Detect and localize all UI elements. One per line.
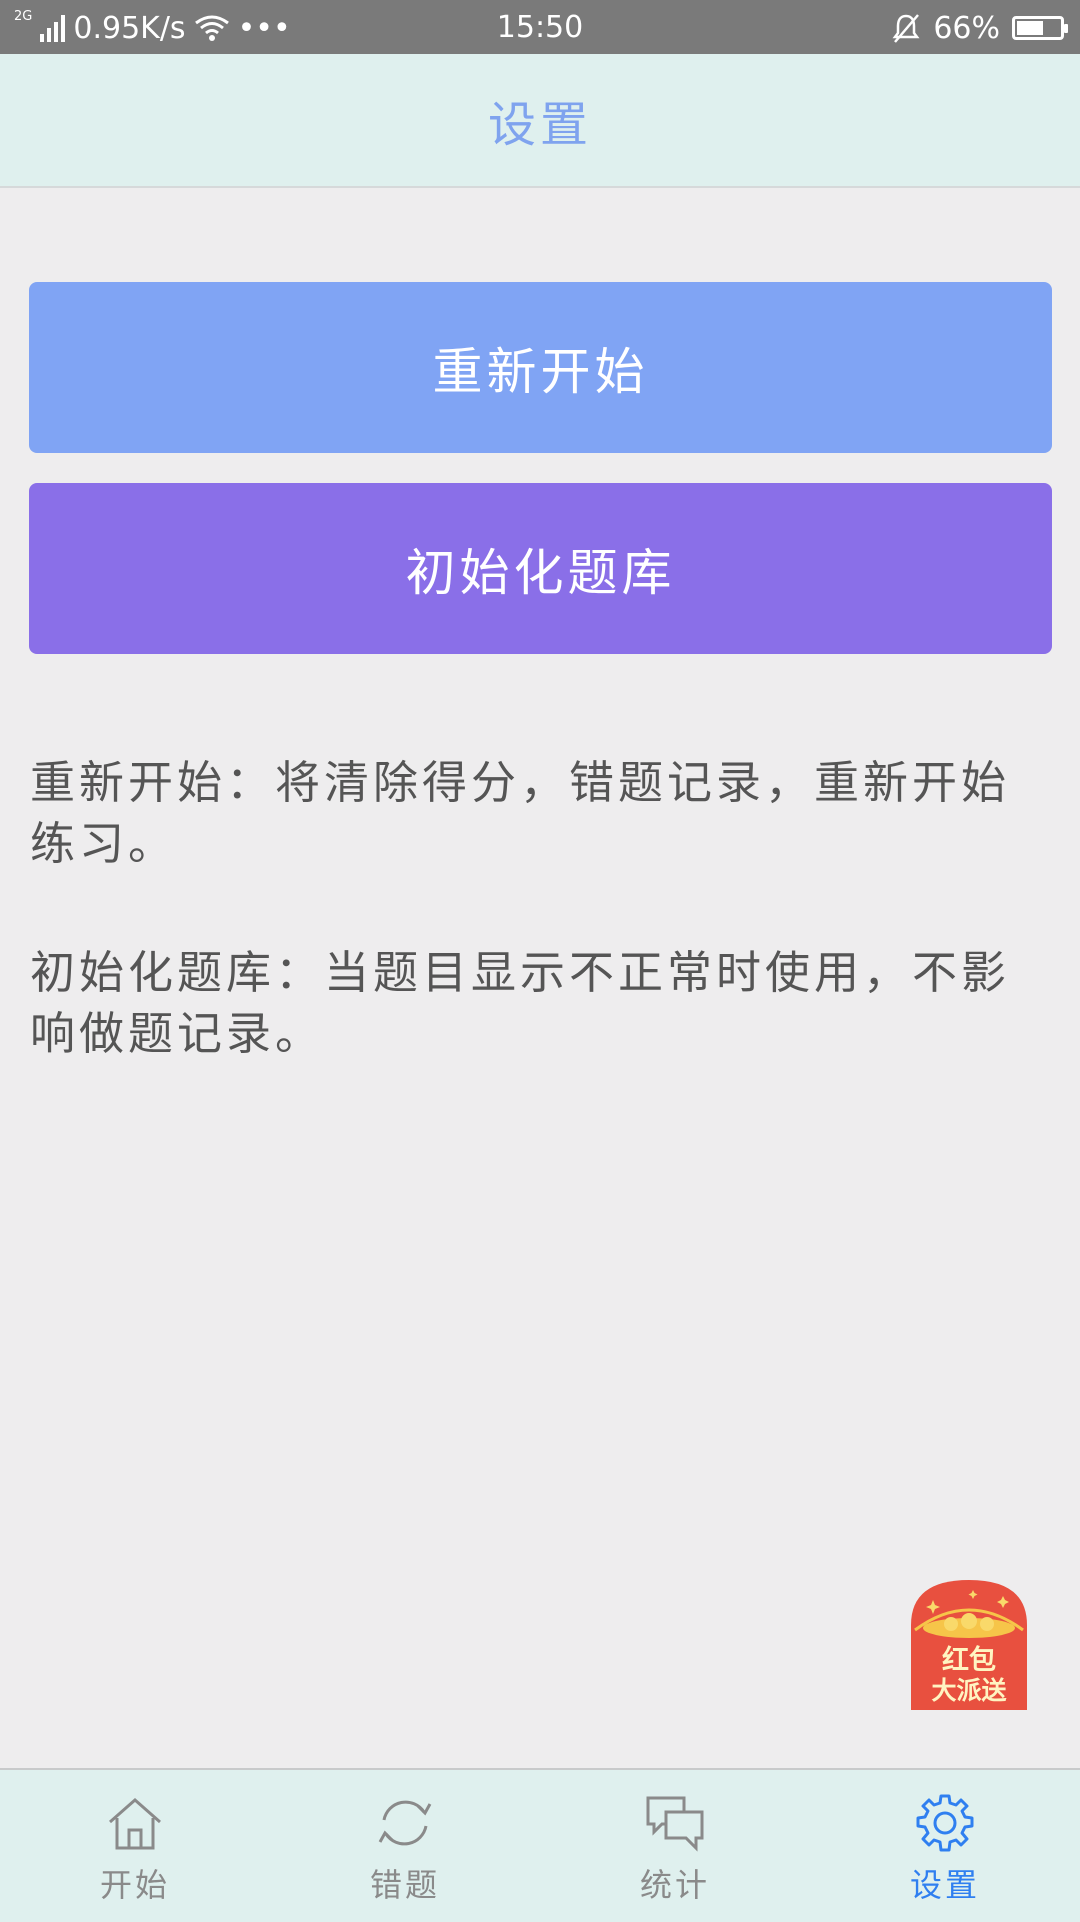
page-title: 设置 [487,97,592,153]
init-description: 初始化题库：当题目显示不正常时使用，不影响做题记录。 [30,946,1011,1060]
nav-item-mistakes[interactable]: 错题 [270,1770,540,1922]
promo-line2: 大派送 [931,1676,1007,1705]
nav-label-start: 开始 [99,1866,170,1904]
red-envelope-promo[interactable]: 红包 大派送 [911,1580,1027,1710]
nav-item-start[interactable]: 开始 [0,1770,270,1922]
battery-percent: 66% [933,10,1000,46]
nav-label-mistakes: 错题 [369,1866,440,1904]
init-question-bank-button[interactable]: 初始化题库 [29,483,1052,654]
gear-icon [916,1794,974,1852]
refresh-icon [378,1800,432,1846]
restart-button[interactable]: 重新开始 [29,282,1052,453]
nav-label-settings: 设置 [909,1866,980,1904]
nav-label-stats: 统计 [639,1866,710,1904]
status-bar: 2G 0.95K/s ••• 15:50 66% [0,0,1080,54]
status-right: 66% [891,8,1068,48]
bottom-nav: 开始 错题 统计 设置 [0,1768,1080,1922]
chat-icon [646,1796,704,1852]
nav-item-stats[interactable]: 统计 [540,1770,810,1922]
battery-icon [1012,16,1068,40]
promo-line1: 红包 [942,1645,996,1676]
title-bar: 设置 [0,54,1080,188]
home-icon [109,1798,161,1850]
nav-item-settings[interactable]: 设置 [810,1770,1080,1922]
bell-muted-icon [892,14,920,43]
restart-description: 重新开始：将清除得分，错题记录，重新开始练习。 [30,756,1011,870]
